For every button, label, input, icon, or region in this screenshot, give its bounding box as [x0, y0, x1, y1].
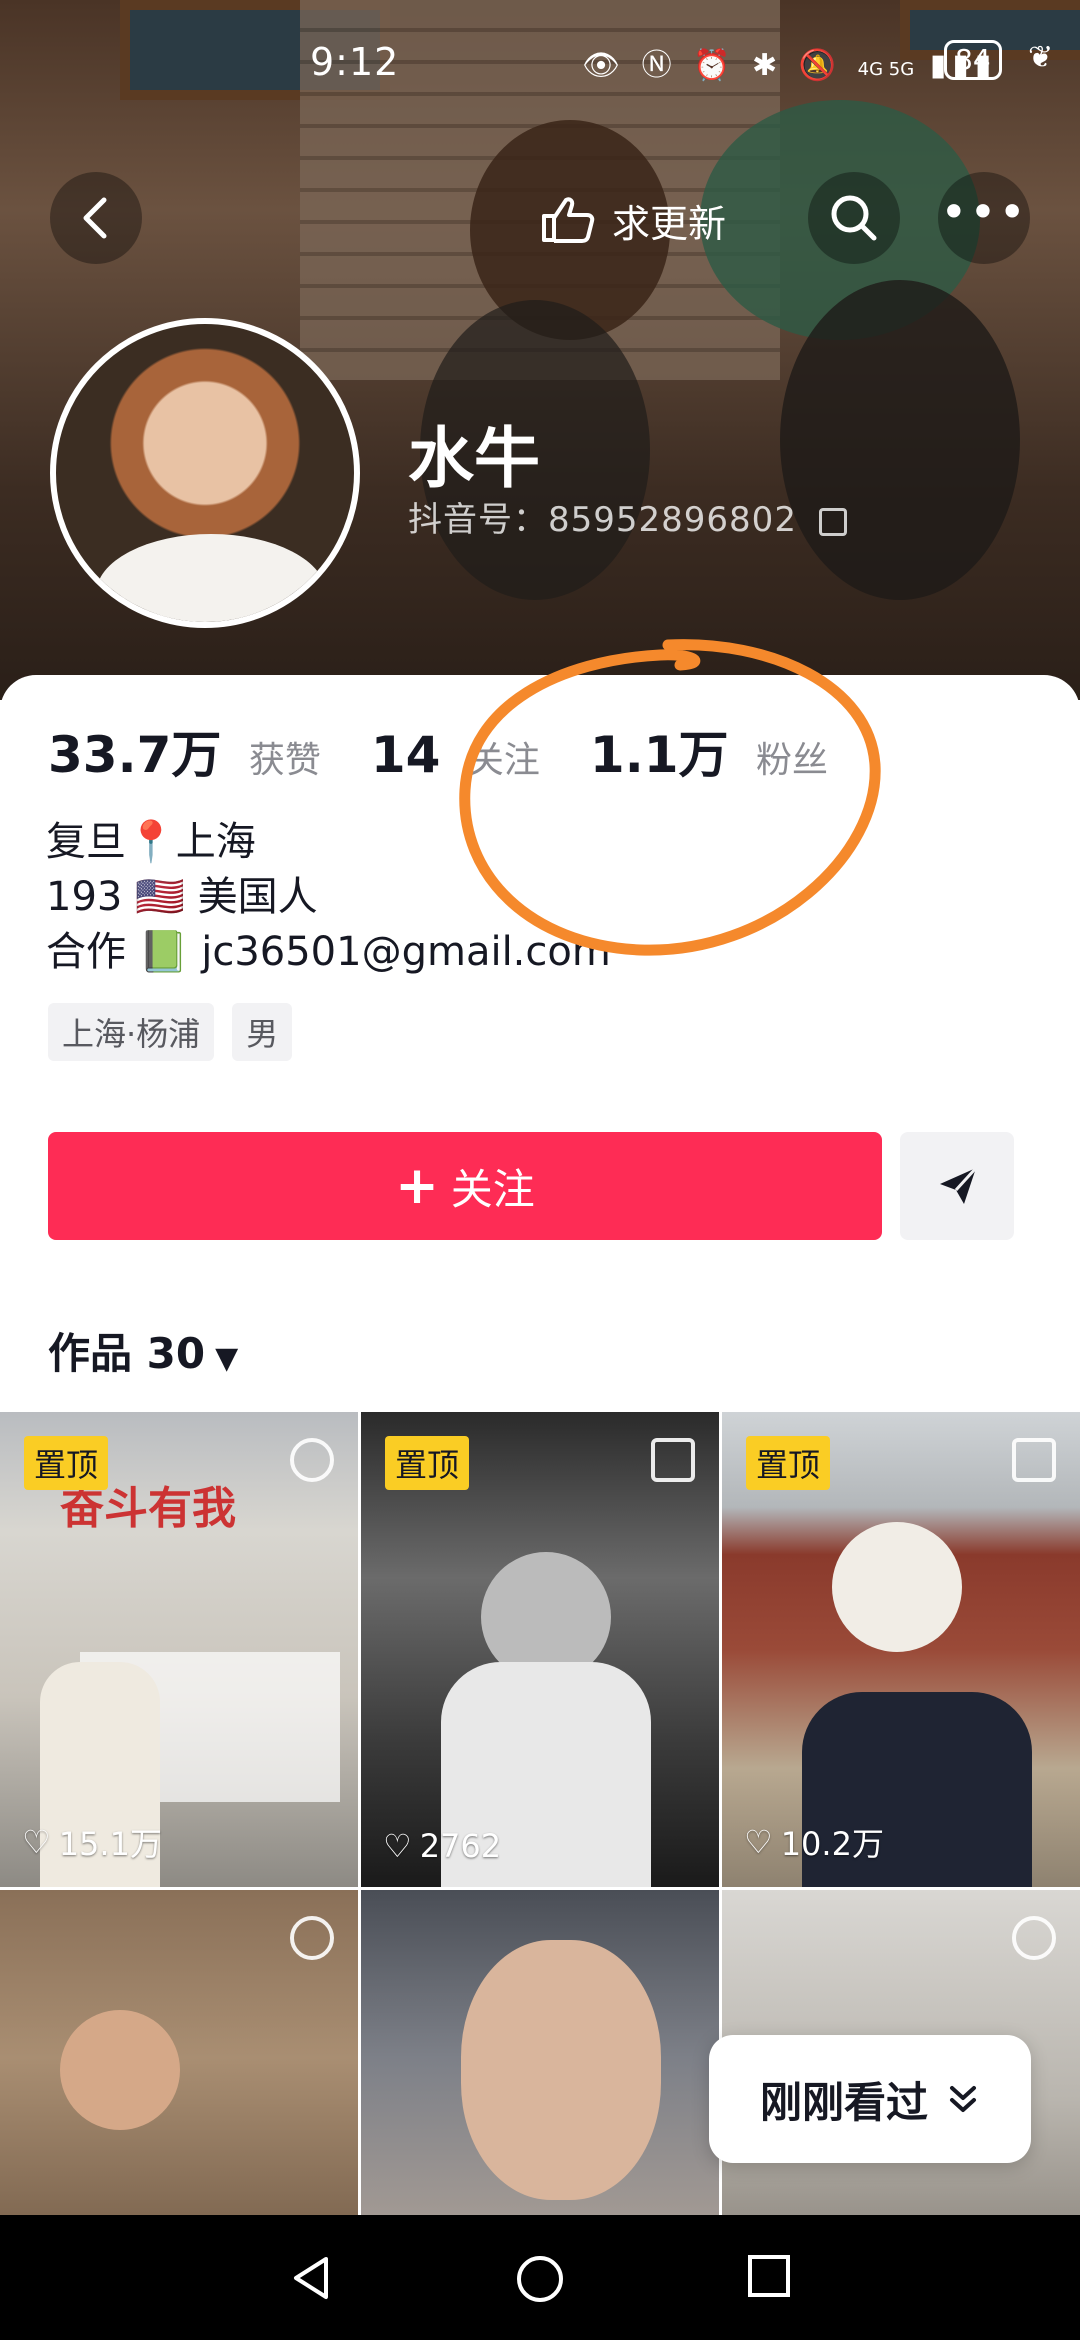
follow-label: 关注	[450, 1164, 535, 1214]
nav-recents-icon[interactable]	[746, 2253, 792, 2299]
location-tag: 上海·杨浦	[48, 1003, 215, 1061]
request-update-button[interactable]: 求更新	[538, 190, 726, 250]
back-button[interactable]	[50, 172, 142, 264]
search-icon	[831, 195, 877, 241]
follow-button[interactable]: + 关注	[48, 1132, 882, 1240]
request-update-label: 求更新	[612, 201, 727, 246]
status-time: 9:12	[310, 40, 400, 84]
like-count: ♡ 2762	[383, 1827, 502, 1865]
caret-down-icon: ▼	[215, 1341, 239, 1376]
heart-icon: ♡	[22, 1823, 51, 1861]
video-thumbnail[interactable]: 奋斗有我 置顶 ♡ 15.1万	[0, 1412, 358, 1887]
like-count: ♡ 10.2万	[744, 1823, 884, 1863]
chevron-left-icon	[83, 197, 107, 239]
copy-icon[interactable]	[818, 507, 847, 536]
send-icon	[940, 1166, 978, 1204]
more-options-button[interactable]: •••	[938, 172, 1030, 264]
like-count: ♡ 15.1万	[22, 1823, 162, 1863]
live-photo-icon	[290, 1916, 334, 1960]
multi-image-icon	[1012, 1438, 1056, 1482]
heart-icon: ♡	[744, 1823, 773, 1861]
annotation-circle	[459, 639, 881, 956]
gender-tag: 男	[232, 1003, 293, 1061]
stat-likes-label: 获赞	[248, 740, 321, 781]
recently-viewed-label: 刚刚看过	[759, 2077, 928, 2127]
profile-tags: 上海·杨浦 男	[48, 1003, 293, 1061]
nav-back-icon[interactable]	[286, 2253, 336, 2303]
stat-following-value: 14	[370, 726, 441, 784]
stat-likes-value: 33.7万	[48, 726, 222, 784]
battery-indicator: 84	[944, 40, 1002, 80]
more-dots-icon: •••	[940, 185, 1028, 239]
system-nav-bar	[0, 2215, 1080, 2340]
douyin-id[interactable]: 抖音号：85952896802	[408, 492, 847, 541]
multi-image-icon	[651, 1438, 695, 1482]
send-message-button[interactable]	[900, 1132, 1014, 1240]
stat-likes[interactable]: 33.7万 获赞	[48, 715, 321, 787]
network-label: 4G 5G	[857, 59, 915, 80]
live-photo-icon	[1012, 1916, 1056, 1960]
works-tab-label: 作品 30	[48, 1329, 206, 1378]
video-thumbnail[interactable]: 置顶 ♡ 10.2万	[722, 1412, 1080, 1887]
live-photo-icon	[290, 1438, 334, 1482]
nav-home-icon[interactable]	[514, 2253, 566, 2305]
heart-icon: ♡	[383, 1827, 412, 1865]
video-thumbnail[interactable]: 置顶 ♡ 2762	[361, 1412, 719, 1887]
pinned-badge: 置顶	[385, 1436, 470, 1490]
profile-name: 水牛	[408, 420, 540, 497]
leaf-icon: ❦	[1028, 40, 1054, 75]
hand-pointing-icon	[542, 197, 595, 243]
plus-icon: +	[395, 1156, 439, 1216]
pinned-badge: 置顶	[746, 1436, 831, 1490]
pinned-badge: 置顶	[24, 1436, 109, 1490]
status-bar: 9:12 👁 Ⓝ ⏰ ✱ 🔕 4G 5G ▮▮▮ 84 ❦	[0, 40, 1080, 100]
chevron-double-down-icon	[950, 2086, 976, 2112]
recently-viewed-button[interactable]: 刚刚看过	[709, 2035, 1031, 2163]
search-button[interactable]	[808, 172, 900, 264]
avatar[interactable]	[50, 318, 360, 628]
works-tab[interactable]: 作品 30 ▼	[48, 1320, 238, 1381]
douyin-id-text: 抖音号：85952896802	[408, 500, 797, 540]
status-icons: 👁 Ⓝ ⏰ ✱ 🔕 4G 5G ▮▮▮	[582, 48, 998, 83]
